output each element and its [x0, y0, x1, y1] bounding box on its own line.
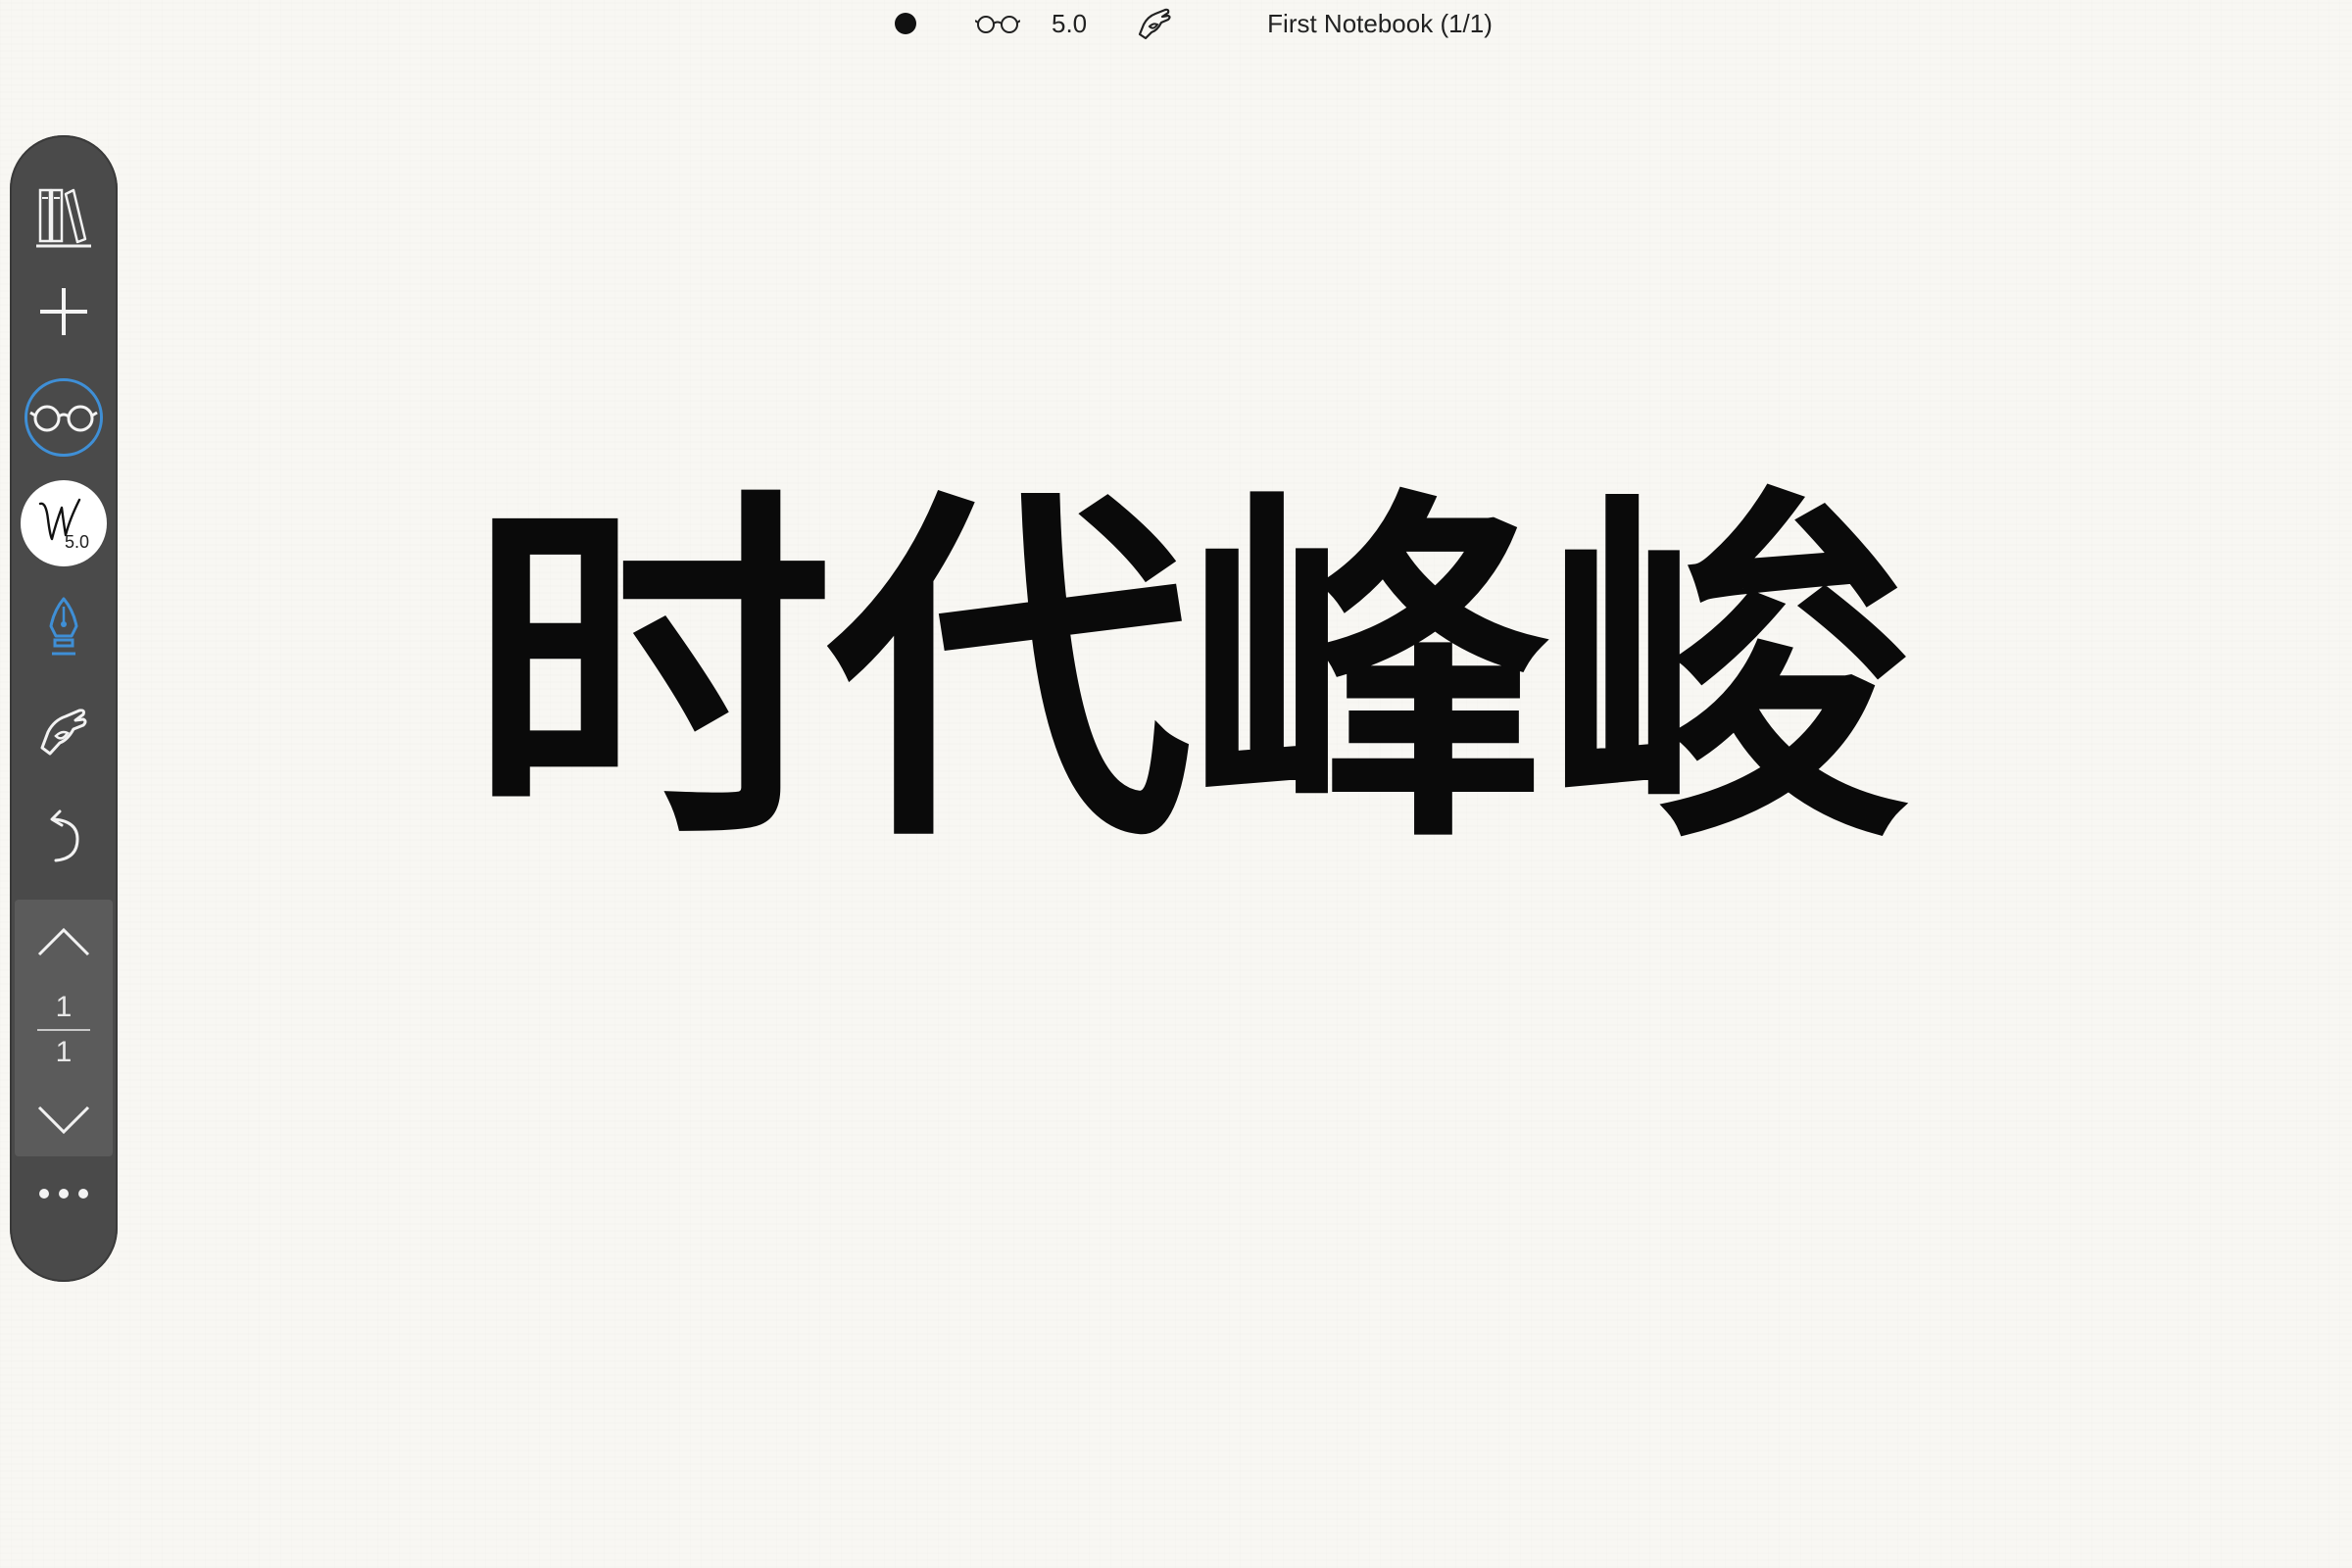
pen-size-label: 5.0 — [64, 532, 89, 552]
hand-icon[interactable] — [1136, 5, 1175, 42]
glasses-icon[interactable] — [975, 13, 1020, 34]
total-page-number: 1 — [55, 1036, 73, 1068]
add-page-button[interactable] — [10, 272, 118, 351]
hand-tool-button[interactable] — [10, 692, 118, 770]
library-button[interactable] — [10, 172, 118, 261]
next-page-button[interactable] — [15, 1086, 113, 1154]
glasses-icon — [29, 405, 98, 432]
current-page-number: 1 — [55, 991, 73, 1023]
pen-size-indicator: 5.0 — [21, 480, 107, 566]
writing-canvas[interactable]: 时代峰峻 — [0, 0, 2352, 1568]
notebook-page: 时代峰峻 5.0 First Notebook (1/1) 5.0 1 1 — [0, 0, 2352, 1568]
pen-tool-button[interactable] — [10, 588, 118, 666]
chevron-down-icon — [37, 1105, 90, 1135]
page-counter: 1 1 — [15, 986, 113, 1074]
plus-icon — [40, 288, 87, 335]
reading-mode-button[interactable] — [10, 372, 118, 463]
status-bar: 5.0 First Notebook (1/1) — [872, 0, 1493, 47]
library-books-icon — [36, 188, 91, 248]
pen-size-readout: 5.0 — [1052, 8, 1088, 38]
left-toolbar: 5.0 1 1 — [10, 135, 118, 1282]
notebook-title: First Notebook (1/1) — [1267, 8, 1493, 38]
more-icon — [39, 1189, 88, 1199]
fountain-pen-icon — [49, 597, 78, 656]
hand-icon — [40, 709, 87, 756]
page-navigator: 1 1 — [15, 900, 113, 1156]
chevron-up-icon — [37, 927, 90, 956]
pen-size-button[interactable]: 5.0 — [10, 478, 118, 568]
undo-icon — [50, 809, 79, 862]
more-options-button[interactable] — [10, 1154, 118, 1233]
reading-mode-ring — [24, 378, 103, 457]
ink-color-dot-icon[interactable] — [895, 13, 916, 34]
undo-button[interactable] — [10, 798, 118, 876]
handwritten-text: 时代峰峻 — [468, 462, 1909, 886]
previous-page-button[interactable] — [15, 907, 113, 976]
